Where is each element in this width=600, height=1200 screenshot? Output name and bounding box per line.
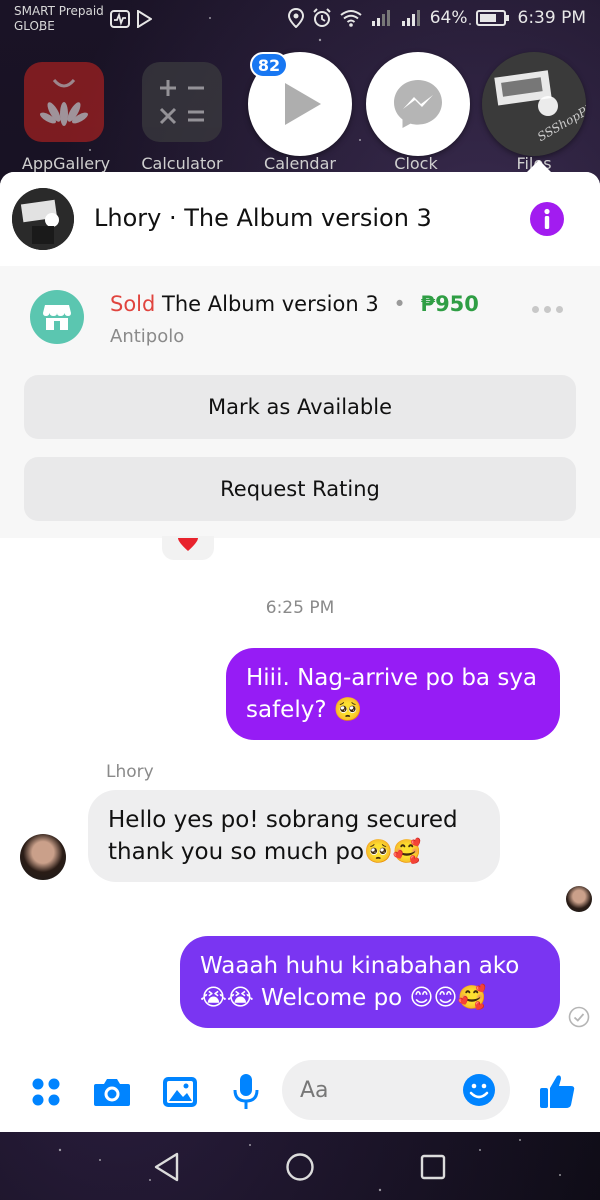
pulse-icon	[110, 10, 130, 28]
calculator-app-icon[interactable]	[142, 62, 222, 142]
message-composer	[0, 1052, 600, 1132]
recents-square-icon	[420, 1154, 446, 1180]
carrier-info: SMART Prepaid GLOBE	[14, 4, 104, 34]
listing-status: Sold	[110, 292, 156, 316]
shop-icon	[43, 305, 71, 330]
camera-button[interactable]	[92, 1072, 132, 1112]
avatar[interactable]	[20, 834, 66, 880]
apps-button[interactable]	[26, 1072, 66, 1112]
delivered-check-icon	[568, 1006, 590, 1028]
mic-icon	[233, 1074, 259, 1109]
chat-panel: Lhory · The Album version 3 Sold The Alb…	[0, 172, 600, 1132]
unread-badge: 82	[250, 52, 288, 78]
chat-head-messenger[interactable]	[366, 52, 470, 156]
back-button[interactable]	[150, 1150, 184, 1184]
wifi-icon	[340, 10, 362, 27]
info-icon[interactable]	[530, 202, 564, 236]
more-dot	[532, 306, 539, 313]
signal-icon-1	[371, 10, 390, 26]
signal-icon-2	[401, 10, 420, 26]
home-button[interactable]	[283, 1150, 317, 1184]
more-dot	[556, 306, 563, 313]
notification-icons	[110, 10, 152, 28]
album-photo: SSShopPH	[482, 52, 586, 156]
apps-icon	[32, 1078, 60, 1106]
emoji-icon[interactable]	[462, 1073, 496, 1107]
incoming-message-1[interactable]: Hello yes po! sobrang secured thank you …	[88, 790, 500, 882]
appgallery-label: AppGallery	[21, 154, 111, 173]
message-timestamp: 6:25 PM	[265, 598, 335, 618]
battery-percent: 64%	[429, 8, 468, 28]
mark-as-available-button[interactable]: Mark as Available	[24, 375, 576, 439]
gallery-button[interactable]	[160, 1072, 200, 1112]
carrier-name-2: GLOBE	[14, 19, 55, 33]
like-button[interactable]	[536, 1070, 578, 1112]
seen-indicator-avatar	[566, 886, 592, 912]
listing-price: ₱950	[420, 292, 479, 316]
camera-icon	[94, 1079, 130, 1106]
recents-button[interactable]	[416, 1150, 450, 1184]
back-icon	[154, 1152, 179, 1182]
heart-reaction[interactable]	[162, 536, 214, 560]
request-rating-button[interactable]: Request Rating	[24, 457, 576, 521]
status-bar: SMART Prepaid GLOBE 64% 6:39 PM	[0, 0, 600, 44]
calculator-label: Calculator	[141, 154, 223, 173]
status-right: 64% 6:39 PM	[287, 8, 587, 28]
listing-location: Antipolo	[110, 326, 185, 347]
album-photo	[12, 188, 74, 250]
like-icon	[540, 1075, 575, 1108]
marketplace-listing-card: Sold The Album version 3 • ₱950 Antipolo…	[0, 266, 600, 538]
messenger-icon	[394, 80, 442, 128]
listing-summary[interactable]: Sold The Album version 3 • ₱950	[110, 292, 479, 316]
sender-name: Lhory	[106, 762, 154, 782]
calculator-icon	[159, 80, 204, 125]
appgallery-app-icon[interactable]	[24, 62, 104, 142]
clock-label: Clock	[394, 154, 438, 173]
heart-icon	[178, 538, 198, 551]
system-nav-bar	[0, 1132, 600, 1200]
calendar-label: Calendar	[264, 154, 336, 173]
store-icon	[30, 290, 84, 344]
more-options-icon[interactable]	[532, 306, 563, 313]
location-icon	[287, 8, 304, 28]
home-circle-icon	[286, 1153, 314, 1181]
voice-button[interactable]	[226, 1072, 266, 1112]
more-dot	[544, 306, 551, 313]
chat-header: Lhory · The Album version 3	[0, 172, 600, 266]
gallery-icon	[163, 1077, 197, 1107]
play-icon	[285, 83, 321, 125]
alarm-icon	[312, 8, 331, 27]
listing-separator: •	[393, 292, 406, 316]
huawei-appgallery-icon	[40, 78, 88, 126]
conversation-title[interactable]: Lhory · The Album version 3	[94, 204, 432, 232]
clock-time: 6:39 PM	[517, 8, 587, 28]
chat-head-files[interactable]: SSShopPH	[482, 52, 586, 156]
battery-icon	[475, 10, 509, 26]
listing-item-name: The Album version 3	[162, 292, 379, 316]
avatar[interactable]	[12, 188, 74, 250]
outgoing-message-1[interactable]: Hiii. Nag-arrive po ba sya safely? 🥺	[226, 648, 560, 740]
outgoing-message-2[interactable]: Waaah huhu kinabahan ako 😭😭 Welcome po 😊…	[180, 936, 560, 1028]
carrier-name-1: SMART Prepaid	[14, 4, 104, 18]
play-store-icon	[137, 10, 152, 28]
